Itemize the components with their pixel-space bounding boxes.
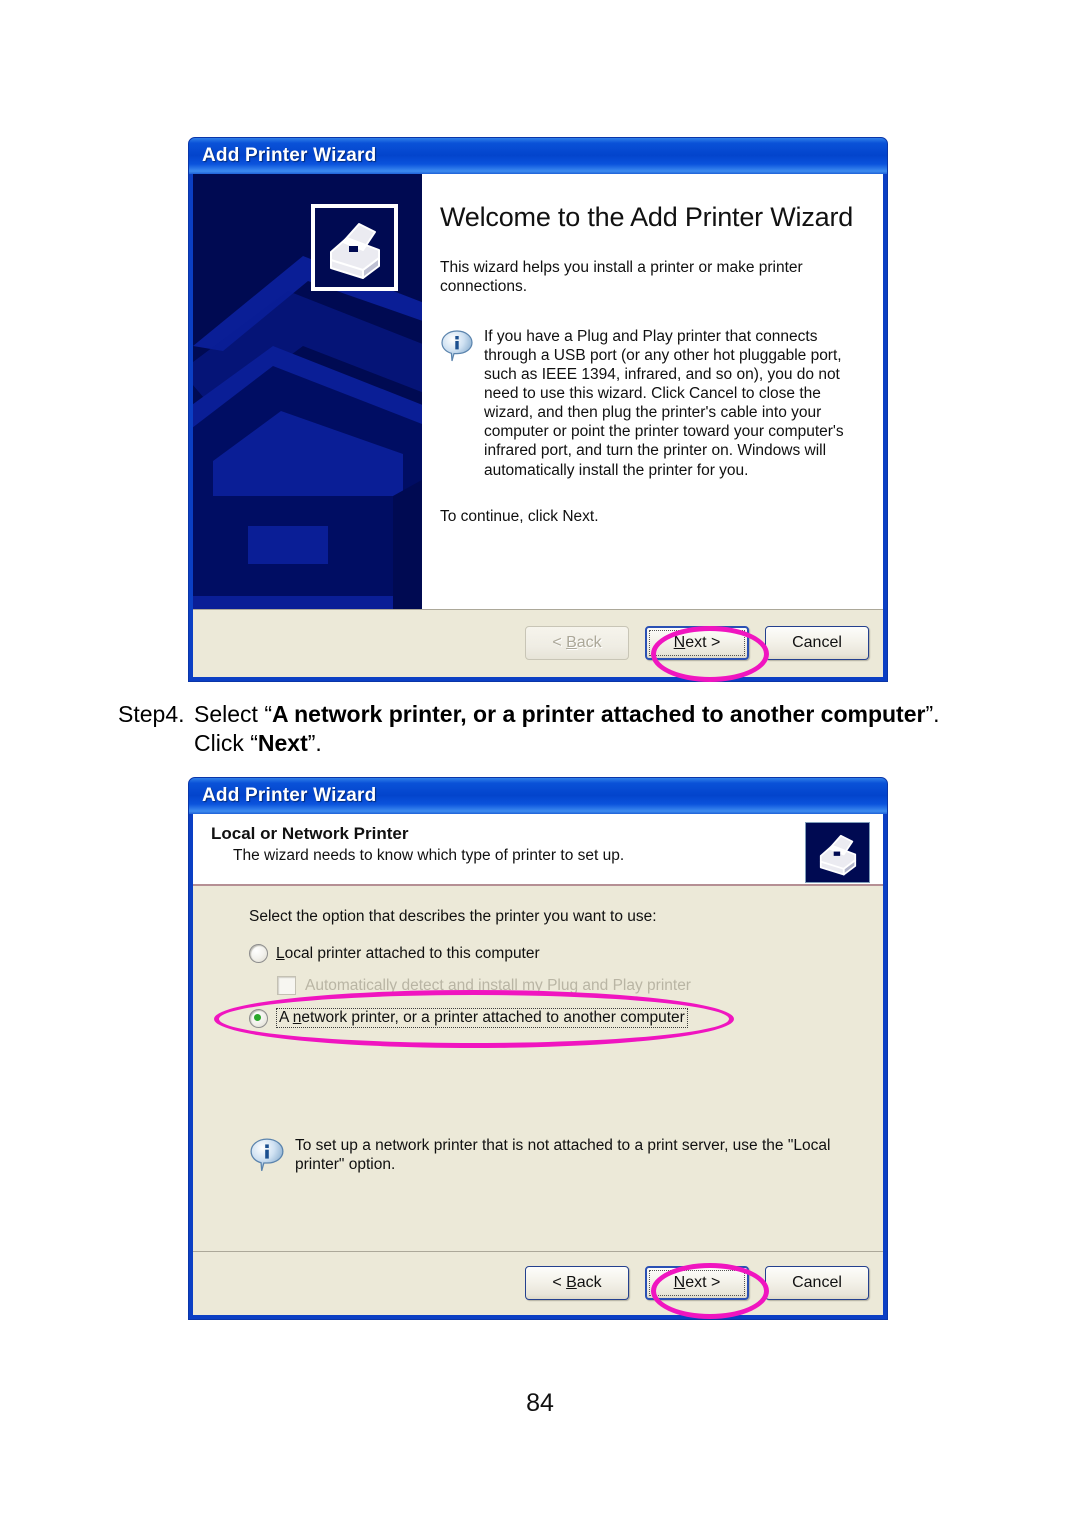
step-text-post: ”. [307,729,322,756]
welcome-heading: Welcome to the Add Printer Wizard [440,202,854,232]
welcome-intro-text: This wizard helps you install a printer … [440,258,803,295]
radio-network-printer-indicator[interactable] [249,1008,268,1028]
radio-network-printer-accel-a: A [279,1009,293,1026]
welcome-content-area: Welcome to the Add Printer Wizard This w… [193,174,883,611]
printer-header-icon [805,822,870,883]
window-title: Add Printer Wizard [202,145,377,166]
step-bold-option: A network printer, or a printer attached… [271,701,926,727]
radio-local-printer-label: Local printer attached to this computer [276,944,540,962]
next-button-2[interactable]: Next > [645,1266,749,1300]
page-subtitle: The wizard needs to know which type of p… [233,847,625,864]
add-printer-wizard-local-or-network-window: Add Printer Wizard Local or Network Prin… [188,777,888,1320]
radio-local-printer-accel: L [276,944,285,962]
plug-and-play-note-text: If you have a Plug and Play printer that… [484,327,844,479]
welcome-footer: < Back Next > Cancel [193,609,883,677]
footer-divider-2 [193,1251,883,1252]
focus-indicator-2 [649,1270,745,1296]
add-printer-wizard-welcome-window: Add Printer Wizard Welcome to the Add Pr… [188,137,888,682]
back-button-2[interactable]: < Back [525,1266,629,1300]
plug-and-play-note: If you have a Plug and Play printer that… [440,327,865,480]
step-caption: Step4. Select “A network printer, or a p… [118,700,978,764]
page-number: 84 [526,1389,554,1417]
network-printer-note: To set up a network printer that is not … [249,1136,883,1178]
welcome-continue-text: To continue, click Next. [440,507,599,525]
step-label: Step4. [118,701,185,727]
page-title: Local or Network Printer [211,824,409,843]
info-icon [440,327,484,480]
checkbox-autodetect[interactable]: Automatically detect and install my Plug… [277,976,691,995]
welcome-window-body: Welcome to the Add Printer Wizard This w… [193,174,883,677]
printer-icon [329,222,380,279]
cancel-button-label: Cancel [792,634,842,651]
back-button[interactable]: < Back [525,626,629,660]
page-header: Local or Network Printer The wizard need… [193,814,883,884]
back-button-accel: B [566,634,577,651]
wizard-side-banner [193,174,422,611]
step-bold-next: Next [257,729,308,756]
step-text-pre: Select “ [194,701,272,727]
footer-divider [193,609,883,610]
cancel-button[interactable]: Cancel [765,626,869,660]
checkbox-autodetect-box[interactable] [277,976,296,995]
cancel-button-2[interactable]: Cancel [765,1266,869,1300]
back-button-2-accel: B [566,1274,577,1291]
options-intro-text: Select the option that describes the pri… [249,908,657,925]
radio-network-printer-label: A network printer, or a printer attached… [276,1008,688,1028]
radio-local-printer-indicator[interactable] [249,944,268,963]
welcome-text-column: Welcome to the Add Printer Wizard This w… [422,174,883,611]
checkbox-autodetect-label: Automatically detect and install my Plug… [305,976,691,994]
radio-network-printer[interactable]: A network printer, or a printer attached… [249,1008,688,1028]
local-or-network-window-body: Local or Network Printer The wizard need… [193,814,883,1315]
next-button[interactable]: Next > [645,626,749,660]
cancel-button-2-label: Cancel [792,1274,842,1291]
network-printer-note-text: To set up a network printer that is not … [295,1137,831,1174]
radio-network-printer-accel: n [292,1009,302,1026]
radio-local-printer[interactable]: Local printer attached to this computer [249,944,540,963]
window-title-2: Add Printer Wizard [202,785,377,806]
local-or-network-footer: < Back Next > Cancel [193,1251,883,1315]
options-area: Select the option that describes the pri… [193,886,883,1251]
step-text: Select “A network printer, or a printer … [194,700,994,758]
info-icon [249,1136,295,1178]
titlebar-local-or-network: Add Printer Wizard [189,778,887,814]
printer-banner-icon-frame [311,204,398,291]
printer-icon [819,834,856,875]
focus-indicator [649,630,745,656]
titlebar-welcome: Add Printer Wizard [189,138,887,174]
